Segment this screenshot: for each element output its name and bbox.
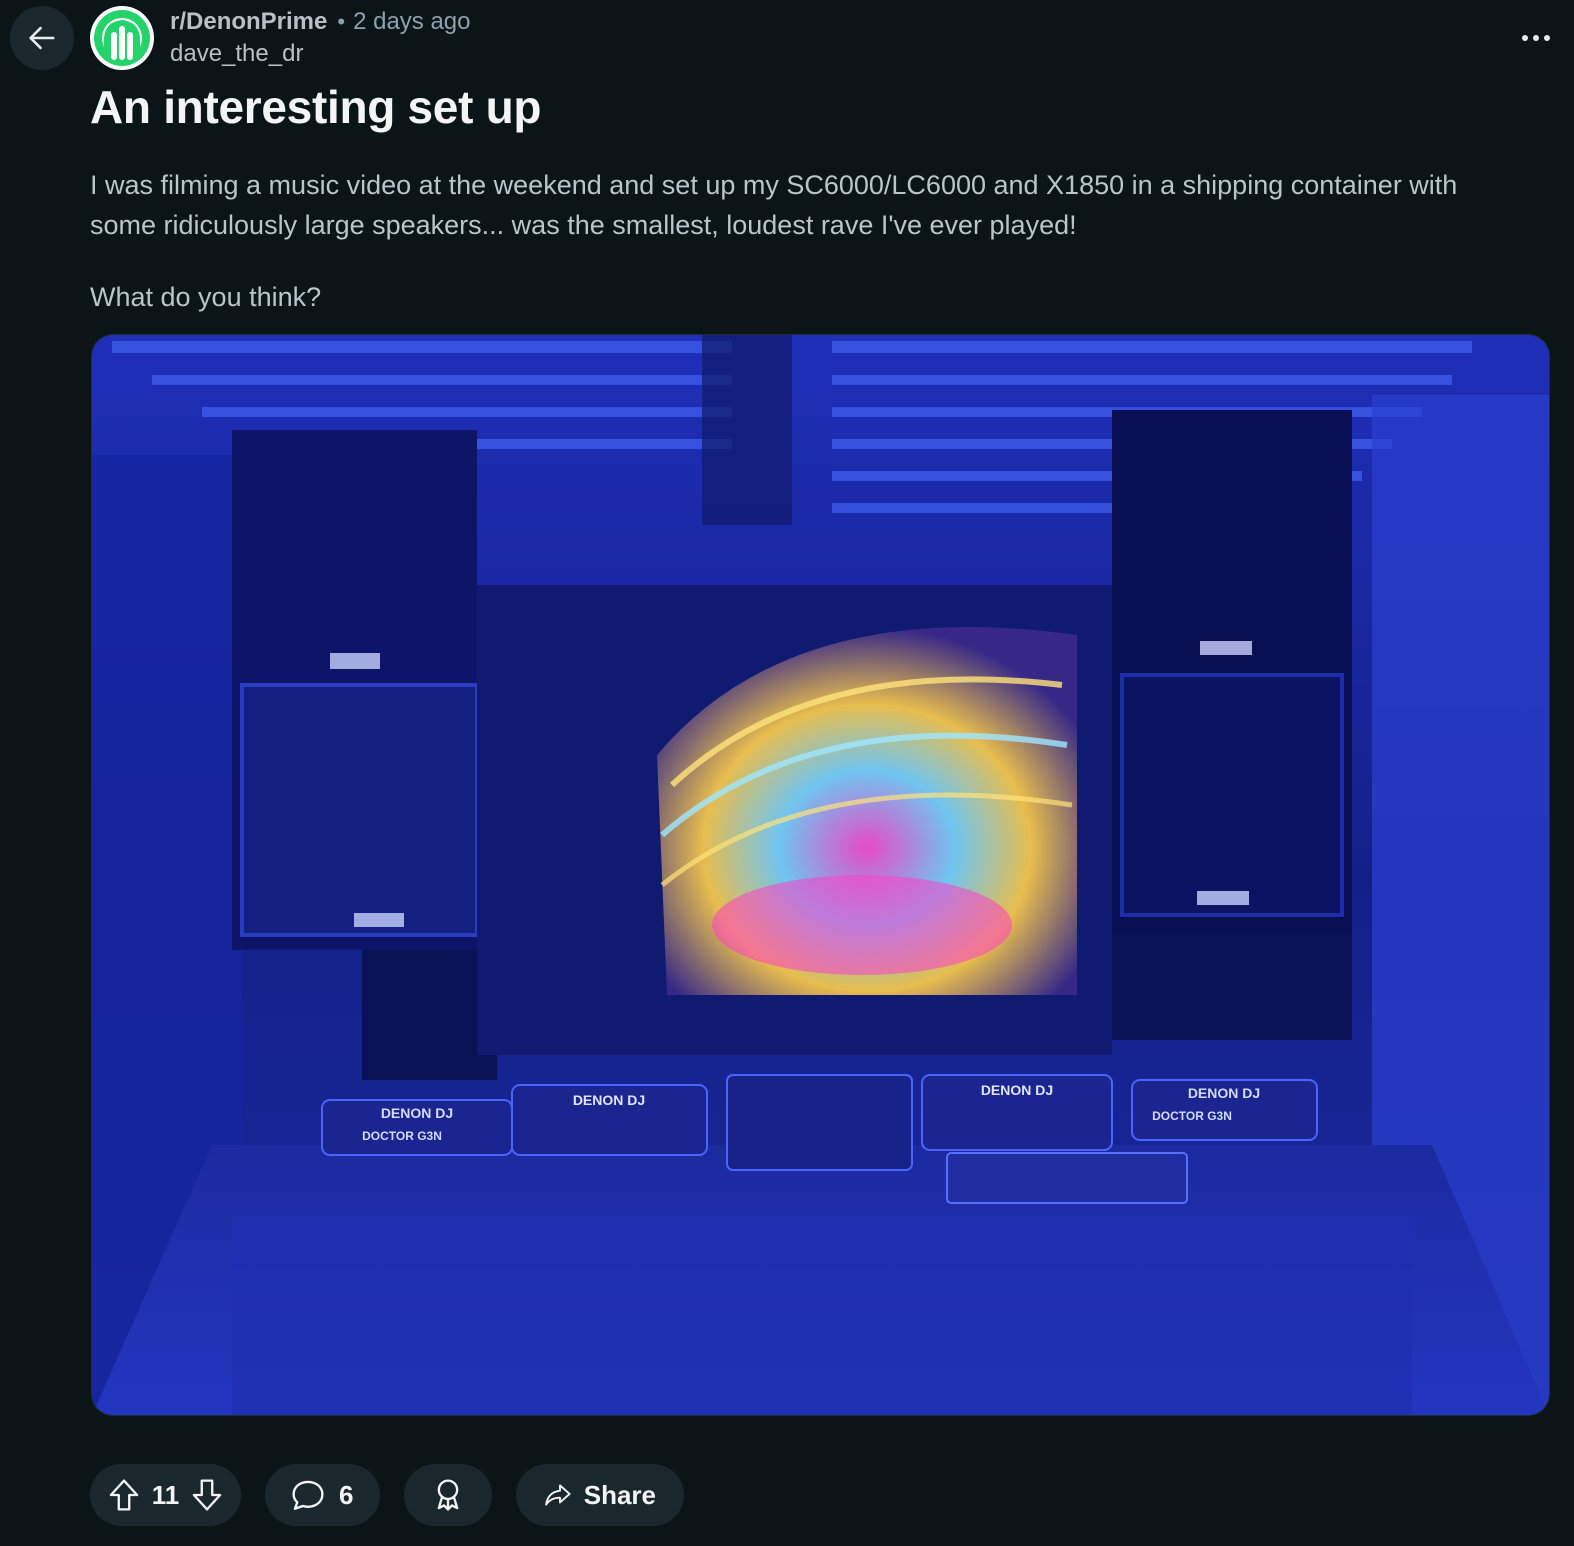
post-action-bar: 11 6 Share bbox=[90, 1464, 684, 1526]
subreddit-link[interactable]: r/DenonPrime bbox=[170, 6, 327, 38]
post-body-paragraph: What do you think? bbox=[90, 282, 322, 312]
post-timestamp: 2 days ago bbox=[353, 8, 471, 35]
more-options-button[interactable] bbox=[1516, 20, 1556, 56]
svg-text:DOCTOR G3N: DOCTOR G3N bbox=[1152, 1109, 1232, 1123]
share-button[interactable]: Share bbox=[516, 1464, 684, 1526]
post-title: An interesting set up bbox=[90, 81, 542, 133]
meta-separator: • bbox=[337, 9, 346, 34]
author-username[interactable]: dave_the_dr bbox=[170, 38, 471, 70]
svg-text:DENON DJ: DENON DJ bbox=[381, 1105, 453, 1121]
arrow-left-icon bbox=[29, 26, 55, 50]
ellipsis-icon bbox=[1522, 35, 1550, 41]
post-body-paragraph: I was filming a music video at the weeke… bbox=[90, 170, 1458, 240]
subreddit-avatar[interactable] bbox=[90, 6, 154, 70]
speech-bubble-icon bbox=[292, 1480, 324, 1510]
share-arrow-icon bbox=[545, 1484, 571, 1506]
post-meta: r/DenonPrime • 2 days ago dave_the_dr bbox=[170, 6, 471, 70]
comments-button[interactable]: 6 bbox=[265, 1464, 380, 1526]
share-label: Share bbox=[583, 1479, 656, 1510]
downvote-button[interactable] bbox=[187, 1475, 227, 1515]
svg-text:DENON DJ: DENON DJ bbox=[981, 1082, 1053, 1098]
svg-text:DOCTOR G3N: DOCTOR G3N bbox=[362, 1129, 442, 1143]
award-ribbon-icon bbox=[437, 1479, 459, 1511]
dj-setup-photo: DENON DJ DENON DJ DENON DJ DENON DJ DOCT… bbox=[92, 335, 1549, 1415]
svg-text:DENON DJ: DENON DJ bbox=[1188, 1085, 1260, 1101]
post-image[interactable]: DENON DJ DENON DJ DENON DJ DENON DJ DOCT… bbox=[91, 334, 1550, 1416]
upvote-arrow-icon bbox=[109, 1479, 139, 1511]
post-body: I was filming a music video at the weeke… bbox=[90, 165, 1530, 317]
comment-count: 6 bbox=[339, 1479, 354, 1510]
award-button[interactable] bbox=[404, 1464, 492, 1526]
subreddit-logo-icon bbox=[94, 10, 150, 66]
vote-score: 11 bbox=[151, 1479, 180, 1510]
vote-control: 11 bbox=[90, 1464, 241, 1526]
right-speaker-stack bbox=[1112, 410, 1352, 1040]
back-button[interactable] bbox=[10, 6, 74, 70]
svg-text:DENON DJ: DENON DJ bbox=[573, 1092, 645, 1108]
upvote-button[interactable] bbox=[104, 1475, 144, 1515]
downvote-arrow-icon bbox=[192, 1479, 222, 1511]
